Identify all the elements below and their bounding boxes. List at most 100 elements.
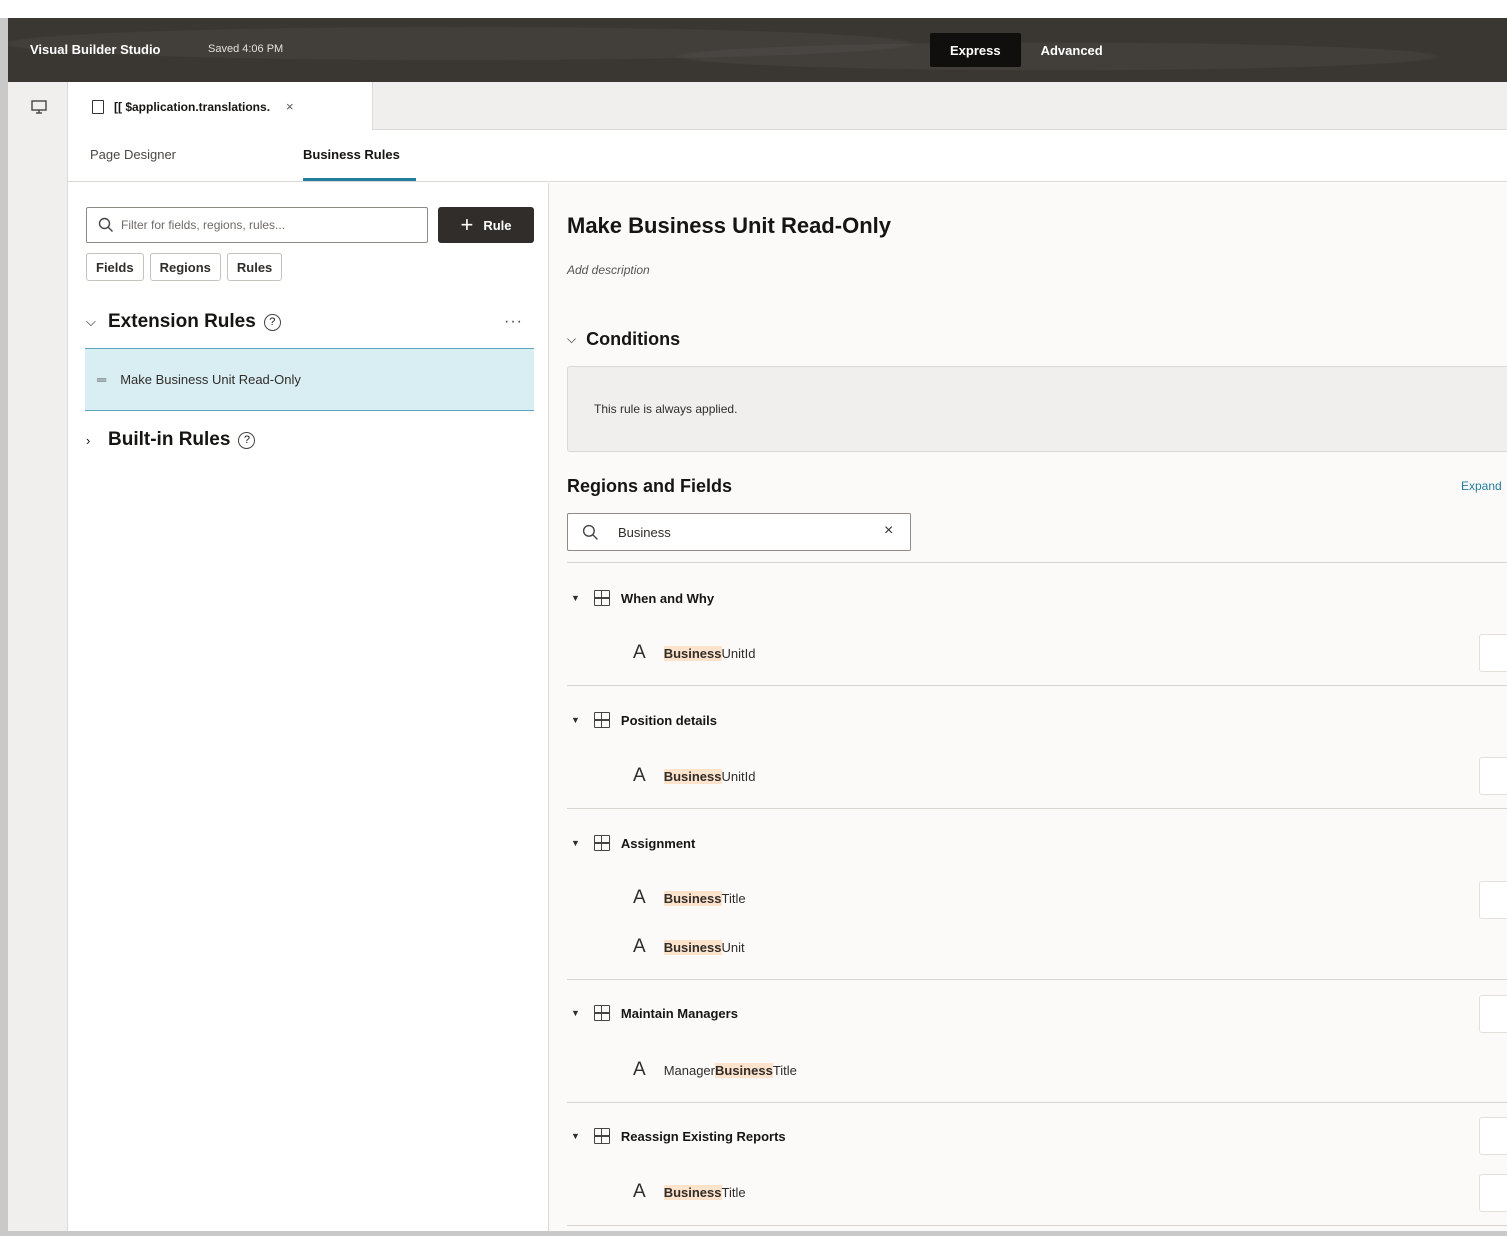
field-row[interactable]: A Business Title xyxy=(633,883,746,913)
region-name: Assignment xyxy=(620,835,696,851)
region-name: When and Why xyxy=(620,590,715,606)
rules-filter-placeholder: Filter for fields, regions, rules... xyxy=(121,218,286,232)
expand-all-link[interactable]: Expand xyxy=(1461,479,1502,493)
field-row[interactable]: A Business Title xyxy=(633,1177,746,1207)
text-field-icon: A xyxy=(633,765,646,786)
conditions-box: This rule is always applied. xyxy=(567,366,1507,452)
tree-divider xyxy=(567,1225,1507,1226)
add-description-link[interactable]: Add description xyxy=(567,263,650,277)
field-name-highlight: Business xyxy=(663,768,722,784)
field-row[interactable]: A Business UnitId xyxy=(633,638,755,668)
region-toggle[interactable] xyxy=(1479,995,1507,1033)
conditions-header[interactable]: ⌵ Conditions xyxy=(567,329,680,350)
chevron-right-icon: › xyxy=(86,432,91,448)
chevron-down-icon: ⌵ xyxy=(86,314,96,329)
tree-divider xyxy=(567,979,1507,980)
builtin-rules-header[interactable]: › Built-in Rules ? xyxy=(86,429,256,451)
add-rule-button[interactable]: + Rule xyxy=(438,207,534,243)
tab-business-rules[interactable]: Business Rules xyxy=(303,147,400,162)
region-row[interactable]: ▼ When and Why xyxy=(571,583,714,613)
left-rail xyxy=(8,82,68,1231)
rule-item-label: Make Business Unit Read-Only xyxy=(120,372,301,387)
field-row[interactable]: A Manager Business Title xyxy=(633,1055,797,1085)
field-name-post: UnitId xyxy=(721,768,756,784)
region-icon xyxy=(593,590,610,606)
chip-fields[interactable]: Fields xyxy=(86,253,144,281)
filter-chips: Fields Regions Rules xyxy=(86,253,283,281)
caret-down-icon: ▼ xyxy=(571,838,580,848)
rules-panel: Filter for fields, regions, rules... + R… xyxy=(68,183,549,1231)
text-field-icon: A xyxy=(633,1181,646,1202)
extension-rules-header[interactable]: ⌵ Extension Rules ? xyxy=(86,311,281,333)
help-icon[interactable]: ? xyxy=(263,313,281,331)
region-icon xyxy=(593,835,610,851)
fields-search-value: Business xyxy=(618,524,671,540)
fields-search-input[interactable]: Business × xyxy=(567,513,911,551)
region-icon xyxy=(593,712,610,728)
field-toggle[interactable] xyxy=(1479,881,1507,919)
monitor-icon[interactable] xyxy=(31,100,47,114)
caret-down-icon: ▼ xyxy=(571,715,580,725)
tree-divider xyxy=(567,562,1507,563)
rule-item-selected[interactable]: ═ Make Business Unit Read-Only xyxy=(85,348,534,411)
search-icon xyxy=(98,217,113,232)
text-field-icon: A xyxy=(633,887,646,908)
conditions-text: This rule is always applied. xyxy=(594,402,738,416)
rule-title[interactable]: Make Business Unit Read-Only xyxy=(567,213,891,239)
file-tab-strip: [[ $application.translations. × xyxy=(68,82,1507,131)
tree-divider xyxy=(567,685,1507,686)
chip-rules[interactable]: Rules xyxy=(226,253,283,281)
field-name-post: Unit xyxy=(721,939,745,955)
plus-icon: + xyxy=(460,212,474,237)
field-row[interactable]: A Business Unit xyxy=(633,932,745,962)
rule-editor: Make Business Unit Read-Only Add descrip… xyxy=(549,183,1507,1231)
caret-down-icon: ▼ xyxy=(571,1008,580,1018)
tab-page-designer[interactable]: Page Designer xyxy=(90,147,176,162)
region-row[interactable]: ▼ Reassign Existing Reports xyxy=(571,1121,786,1151)
tree-divider xyxy=(567,808,1507,809)
field-toggle[interactable] xyxy=(1479,757,1507,795)
region-row[interactable]: ▼ Assignment xyxy=(571,828,695,858)
field-name-highlight: Business xyxy=(663,1184,722,1200)
document-icon xyxy=(92,99,104,114)
field-name-pre: Manager xyxy=(663,1062,715,1078)
region-row[interactable]: ▼ Maintain Managers xyxy=(571,998,738,1028)
search-icon xyxy=(582,524,598,540)
text-field-icon: A xyxy=(633,642,646,663)
field-name-highlight: Business xyxy=(663,939,722,955)
field-name-post: Title xyxy=(721,1184,746,1200)
chip-regions[interactable]: Regions xyxy=(149,253,221,281)
extension-rules-title: Extension Rules xyxy=(108,311,256,332)
field-row[interactable]: A Business UnitId xyxy=(633,761,755,791)
rules-filter-input[interactable]: Filter for fields, regions, rules... xyxy=(86,207,428,243)
field-name-post: UnitId xyxy=(721,645,756,661)
region-icon xyxy=(593,1128,610,1144)
field-name-post: Title xyxy=(772,1062,797,1078)
help-icon[interactable]: ? xyxy=(238,431,256,449)
tree-divider xyxy=(567,1102,1507,1103)
builtin-rules-title: Built-in Rules xyxy=(108,429,231,450)
brand-title: Visual Builder Studio xyxy=(30,42,161,57)
designer-subtabs: Page Designer Business Rules xyxy=(68,130,1507,182)
region-icon xyxy=(593,1005,610,1021)
region-toggle[interactable] xyxy=(1479,1117,1507,1155)
clear-search-icon[interactable]: × xyxy=(884,522,893,540)
region-row[interactable]: ▼ Position details xyxy=(571,705,717,735)
add-rule-label: Rule xyxy=(483,217,512,233)
region-name: Reassign Existing Reports xyxy=(620,1128,786,1144)
drag-handle-icon[interactable]: ═ xyxy=(97,372,106,387)
advanced-mode-button[interactable]: Advanced xyxy=(1021,33,1123,67)
field-toggle[interactable] xyxy=(1479,634,1507,672)
more-options-icon[interactable]: ··· xyxy=(504,313,523,331)
express-mode-button[interactable]: Express xyxy=(930,33,1021,67)
text-field-icon: A xyxy=(633,936,646,957)
file-tab-label: [[ $application.translations. xyxy=(114,99,271,114)
field-toggle[interactable] xyxy=(1479,1174,1507,1212)
region-name: Position details xyxy=(620,712,717,728)
file-tab[interactable]: [[ $application.translations. × xyxy=(68,82,373,131)
close-tab-icon[interactable]: × xyxy=(286,99,294,114)
text-field-icon: A xyxy=(633,1059,646,1080)
caret-down-icon: ▼ xyxy=(571,593,580,603)
active-tab-indicator xyxy=(303,178,416,181)
frame-edge-left xyxy=(0,18,8,1236)
